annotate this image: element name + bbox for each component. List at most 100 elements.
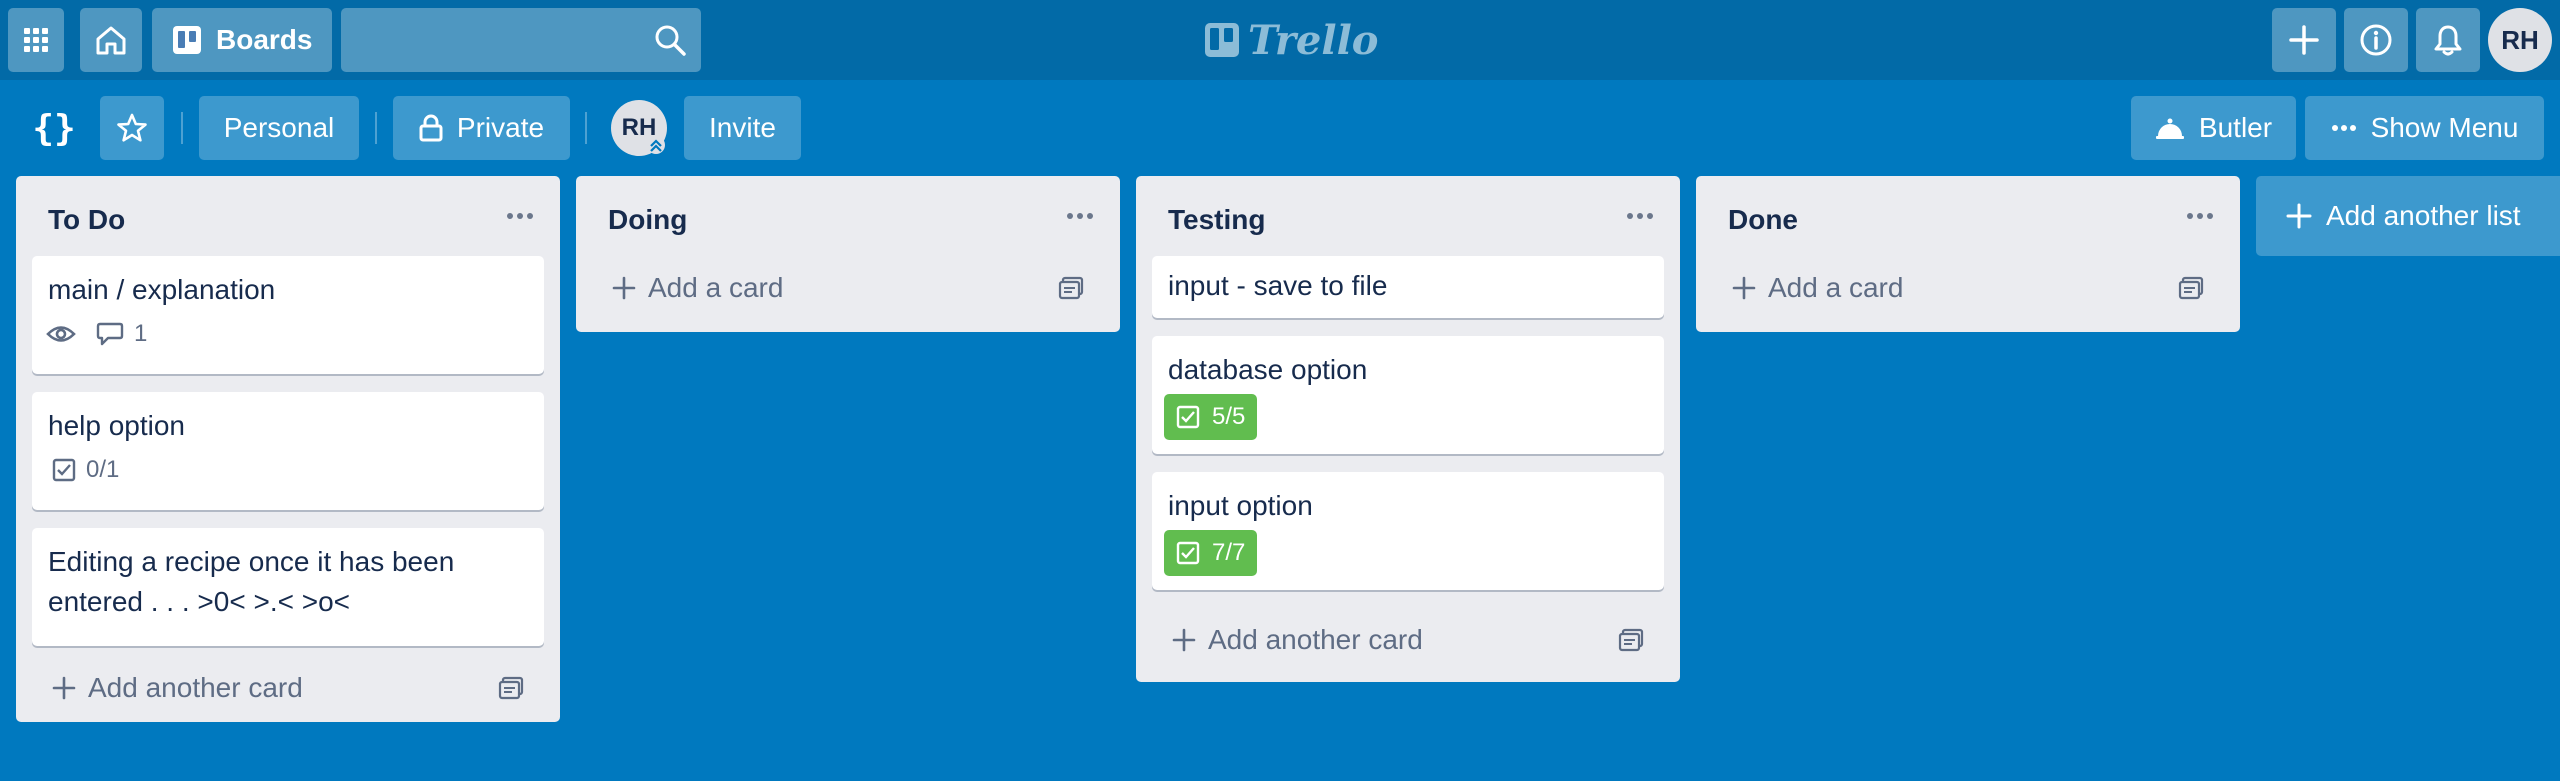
- add-list-label: Add another list: [2326, 200, 2521, 231]
- card-title: input option: [1168, 490, 1313, 521]
- plus-icon: [52, 676, 76, 700]
- add-card-label: Add a card: [1768, 272, 1904, 303]
- add-card-button[interactable]: Add a card: [1712, 260, 2224, 316]
- plus-icon: [2289, 25, 2319, 55]
- add-card-button[interactable]: Add another card: [1152, 612, 1664, 668]
- logo-text: Trello: [1248, 16, 1379, 64]
- add-card-button[interactable]: Add a card: [592, 260, 1104, 316]
- checklist-complete-badge: 5/5: [1164, 394, 1258, 440]
- plus-icon: [2286, 203, 2312, 229]
- boards-label: Boards: [216, 24, 313, 55]
- boards-button[interactable]: Boards: [152, 8, 333, 72]
- bell-icon: [2434, 25, 2462, 56]
- invite-label: Invite: [709, 112, 776, 143]
- checklist-icon: [1176, 405, 1200, 429]
- butler-label: Butler: [2198, 112, 2273, 143]
- card-title: database option: [1168, 354, 1368, 385]
- list-done: Done Add a card: [1696, 176, 2240, 332]
- list-title[interactable]: Done: [1728, 204, 1798, 236]
- eye-icon: [46, 326, 76, 342]
- trello-logo[interactable]: Trello: [1204, 16, 1379, 64]
- team-button[interactable]: Personal: [199, 96, 359, 160]
- plus-icon: [1732, 276, 1756, 300]
- search-icon[interactable]: [653, 23, 687, 57]
- add-list-button[interactable]: Add another list: [2256, 176, 2560, 256]
- list-title[interactable]: To Do: [48, 204, 125, 236]
- checklist-count: 7/7: [1212, 539, 1246, 566]
- add-card-label: Add another card: [1208, 624, 1423, 655]
- trello-logo-icon: [1205, 23, 1239, 57]
- info-icon: [2360, 24, 2392, 56]
- show-menu-button[interactable]: Show Menu: [2305, 96, 2544, 160]
- card-title: main / explanation: [48, 274, 276, 305]
- list-testing: Testing input - save to file database op…: [1136, 176, 1680, 682]
- card-badges: 7/7: [1164, 530, 1258, 576]
- more-dots-icon: [2331, 125, 2356, 131]
- list-title[interactable]: Testing: [1168, 204, 1265, 236]
- invite-button[interactable]: Invite: [684, 96, 801, 160]
- card-title: help option: [48, 410, 186, 441]
- list-title[interactable]: Doing: [608, 204, 687, 236]
- home-icon: [96, 26, 126, 55]
- add-card-label: Add a card: [648, 272, 784, 303]
- visibility-button[interactable]: Private: [393, 96, 570, 160]
- list-doing: Doing Add a card: [576, 176, 1120, 332]
- user-avatar[interactable]: RH: [2488, 8, 2552, 72]
- plus-icon: [612, 276, 636, 300]
- board-title[interactable]: {}: [24, 96, 84, 160]
- search-box[interactable]: [341, 8, 701, 72]
- add-card-button[interactable]: Add another card: [32, 660, 544, 716]
- card-title: input - save to file: [1168, 270, 1388, 301]
- card-template-icon[interactable]: [2178, 276, 2204, 300]
- star-board-button[interactable]: [100, 96, 164, 160]
- separator: [375, 112, 377, 144]
- card-template-icon[interactable]: [1618, 628, 1644, 652]
- apps-button[interactable]: [8, 8, 64, 72]
- card-badges: 5/5: [1164, 394, 1258, 440]
- info-button[interactable]: [2344, 8, 2408, 72]
- checklist-count: 5/5: [1212, 403, 1246, 430]
- team-label: Personal: [223, 112, 335, 143]
- star-icon: [117, 113, 147, 142]
- plus-icon: [1172, 628, 1196, 652]
- list-menu-icon[interactable]: [1626, 212, 1654, 220]
- separator: [585, 112, 587, 144]
- boards-icon: [173, 26, 201, 54]
- checklist-count: 0/1: [86, 456, 120, 483]
- card[interactable]: database option 5/5: [1152, 336, 1664, 454]
- comments-badge: 1: [96, 320, 147, 348]
- card-template-icon[interactable]: [1058, 276, 1084, 300]
- admin-chevron-icon: [647, 136, 665, 154]
- checklist-icon: [1176, 541, 1200, 565]
- show-menu-label: Show Menu: [2370, 112, 2519, 143]
- card[interactable]: main / explanation 1: [32, 256, 544, 374]
- butler-bell-icon: [2155, 118, 2184, 139]
- card-badges: 0/1: [46, 456, 119, 484]
- notifications-button[interactable]: [2416, 8, 2480, 72]
- home-button[interactable]: [80, 8, 142, 72]
- card[interactable]: input - save to file: [1152, 256, 1664, 318]
- separator: [181, 112, 183, 144]
- app-header: Boards Trello RH: [0, 0, 2560, 80]
- list-to-do: To Do main / explanation 1 help option 0…: [16, 176, 560, 722]
- lock-icon: [419, 114, 443, 142]
- search-input[interactable]: [341, 8, 673, 72]
- card-badges: 1: [46, 320, 147, 348]
- card[interactable]: Editing a recipe once it has been entere…: [32, 528, 544, 646]
- comment-count: 1: [134, 320, 148, 347]
- checklist-badge: 0/1: [46, 456, 119, 484]
- checklist-complete-badge: 7/7: [1164, 530, 1258, 576]
- card-title: Editing a recipe once it has been entere…: [48, 546, 455, 617]
- card[interactable]: input option 7/7: [1152, 472, 1664, 590]
- checklist-icon: [52, 458, 76, 482]
- list-menu-icon[interactable]: [506, 212, 534, 220]
- list-menu-icon[interactable]: [2186, 212, 2214, 220]
- butler-button[interactable]: Butler: [2131, 96, 2296, 160]
- apps-grid-icon: [24, 28, 48, 52]
- card-template-icon[interactable]: [498, 676, 524, 700]
- add-card-label: Add another card: [88, 672, 303, 703]
- card[interactable]: help option 0/1: [32, 392, 544, 510]
- visibility-label: Private: [456, 112, 545, 143]
- create-button[interactable]: [2272, 8, 2336, 72]
- list-menu-icon[interactable]: [1066, 212, 1094, 220]
